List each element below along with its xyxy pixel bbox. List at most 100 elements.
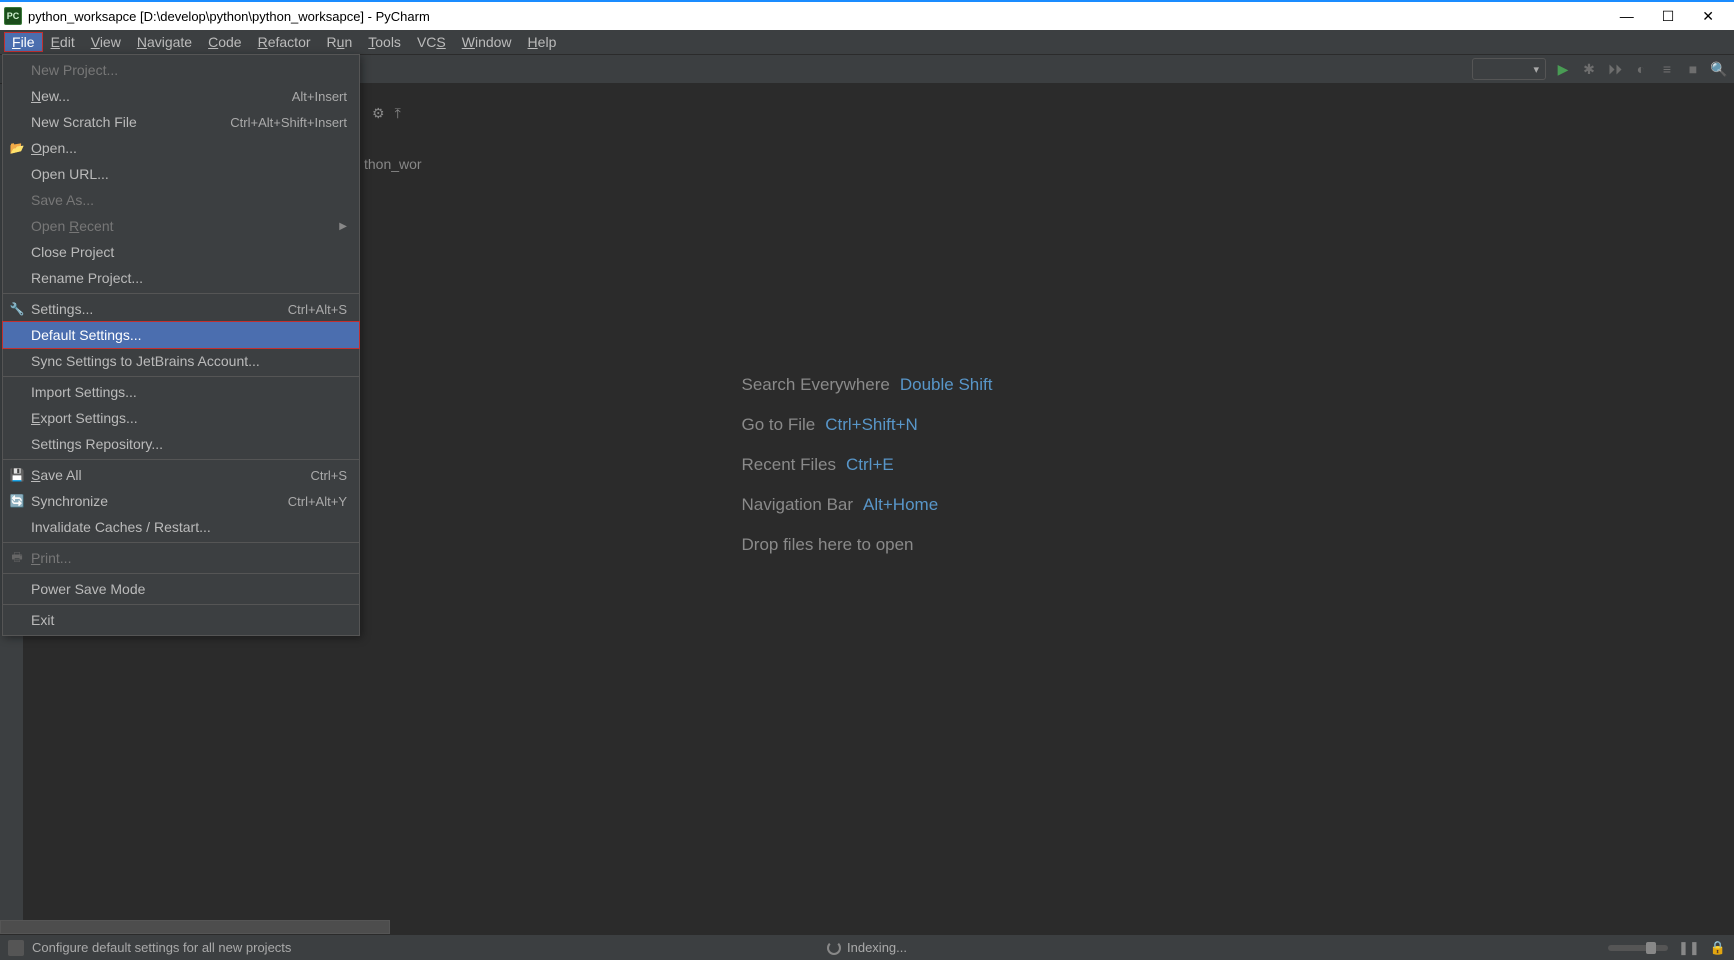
run-configuration-combo[interactable]: ▾ xyxy=(1472,58,1546,80)
menu-item-label: New... xyxy=(31,88,70,104)
menu-view[interactable]: View xyxy=(83,32,129,52)
status-message: Configure default settings for all new p… xyxy=(32,940,291,955)
editor-hint-row: Go to FileCtrl+Shift+N xyxy=(742,415,993,435)
menu-item-label: Import Settings... xyxy=(31,384,137,400)
editor-hint-row: Search EverywhereDouble Shift xyxy=(742,375,993,395)
window-title: python_worksapce [D:\develop\python\pyth… xyxy=(28,9,1620,24)
status-indicator-icon[interactable] xyxy=(8,940,24,956)
menu-tools[interactable]: Tools xyxy=(360,32,409,52)
menu-item-label: Settings... xyxy=(31,301,93,317)
debug-icon[interactable]: ✱ xyxy=(1580,60,1598,78)
project-name-fragment: thon_wor xyxy=(364,156,422,172)
file-menu-item-settings-repository[interactable]: Settings Repository... xyxy=(3,431,359,457)
menu-code[interactable]: Code xyxy=(200,32,249,52)
file-menu-item-sync-settings-to-jetbrains-account[interactable]: Sync Settings to JetBrains Account... xyxy=(3,348,359,374)
file-menu-item-print: 🖶 Print... xyxy=(3,545,359,571)
spinner-icon xyxy=(827,941,841,955)
file-menu-item-open[interactable]: 📂Open... xyxy=(3,135,359,161)
menu-item-shortcut: Ctrl+S xyxy=(311,468,347,483)
menu-item-label: Power Save Mode xyxy=(31,581,145,597)
hint-label: Drop files here to open xyxy=(742,535,914,554)
hint-label: Search Everywhere xyxy=(742,375,890,394)
menu-item-label: Open URL... xyxy=(31,166,109,182)
editor-placeholder: Search EverywhereDouble Shift Go to FileC… xyxy=(742,355,993,575)
list-icon[interactable]: ≡ xyxy=(1658,60,1676,78)
menu-window[interactable]: Window xyxy=(454,32,520,52)
progress-slider[interactable] xyxy=(1608,945,1668,951)
menu-item-label: Print... xyxy=(31,550,71,566)
file-menu-item-default-settings[interactable]: Default Settings... xyxy=(3,322,359,348)
project-tool-header: ⚙ ⤒ xyxy=(360,98,401,128)
file-menu-item-open-url[interactable]: Open URL... xyxy=(3,161,359,187)
file-menu-item-synchronize[interactable]: 🔄SynchronizeCtrl+Alt+Y xyxy=(3,488,359,514)
file-menu-item-save-all[interactable]: 💾 Save All Ctrl+S xyxy=(3,462,359,488)
menu-separator xyxy=(3,573,359,574)
menu-separator xyxy=(3,376,359,377)
file-menu-item-new-scratch-file[interactable]: New Scratch FileCtrl+Alt+Shift+Insert xyxy=(3,109,359,135)
menu-file[interactable]: File xyxy=(4,32,43,52)
menu-item-label: Sync Settings to JetBrains Account... xyxy=(31,353,260,369)
menu-item-shortcut: Ctrl+Alt+S xyxy=(288,302,347,317)
file-menu-item-import-settings[interactable]: Import Settings... xyxy=(3,379,359,405)
window-minimize-button[interactable]: — xyxy=(1620,8,1634,25)
menu-item-label: Save All xyxy=(31,467,82,483)
file-menu-item-new[interactable]: New... Alt+Insert xyxy=(3,83,359,109)
stop-icon[interactable]: ■ xyxy=(1684,60,1702,78)
search-icon[interactable]: 🔍 xyxy=(1710,60,1728,78)
save-icon: 💾 xyxy=(9,467,25,483)
menu-separator xyxy=(3,459,359,460)
menu-help[interactable]: Help xyxy=(520,32,565,52)
combo-arrow-icon: ▾ xyxy=(1533,63,1539,76)
menu-item-shortcut: Ctrl+Alt+Y xyxy=(288,494,347,509)
menubar: FileEditViewNavigateCodeRefactorRunTools… xyxy=(0,30,1734,54)
editor-hint-row: Recent FilesCtrl+E xyxy=(742,455,993,475)
file-menu-item-close-project[interactable]: Close Project xyxy=(3,239,359,265)
submenu-arrow-icon: ▶ xyxy=(339,221,347,232)
gear-icon[interactable]: ⚙ xyxy=(372,105,385,122)
menu-vcs[interactable]: VCS xyxy=(409,32,454,52)
hint-shortcut: Alt+Home xyxy=(863,495,938,514)
menu-item-label: Rename Project... xyxy=(31,270,143,286)
hint-label: Go to File xyxy=(742,415,816,434)
file-menu-item-open-recent: Open Recent ▶ xyxy=(3,213,359,239)
menu-run[interactable]: Run xyxy=(319,32,361,52)
file-menu-item-rename-project[interactable]: Rename Project... xyxy=(3,265,359,291)
menu-navigate[interactable]: Navigate xyxy=(129,32,200,52)
file-menu-item-export-settings[interactable]: Export Settings... xyxy=(3,405,359,431)
menu-item-label: Open... xyxy=(31,140,77,156)
window-maximize-button[interactable]: ☐ xyxy=(1662,8,1675,25)
horizontal-scrollbar[interactable] xyxy=(0,920,390,934)
file-menu-item-invalidate-caches-restart[interactable]: Invalidate Caches / Restart... xyxy=(3,514,359,540)
menu-edit[interactable]: Edit xyxy=(43,32,83,52)
window-close-button[interactable]: ✕ xyxy=(1702,8,1714,25)
menu-item-shortcut: Alt+Insert xyxy=(292,89,347,104)
app-icon: PC xyxy=(4,7,22,25)
collapse-icon[interactable]: ⤒ xyxy=(395,105,401,122)
menu-item-label: Save As... xyxy=(31,192,94,208)
menu-item-label: New Scratch File xyxy=(31,114,137,130)
menu-separator xyxy=(3,293,359,294)
menu-item-label: Open Recent xyxy=(31,218,114,234)
print-icon: 🖶 xyxy=(9,550,25,566)
pause-icon[interactable]: ❚❚ xyxy=(1678,940,1700,956)
indexing-label: Indexing... xyxy=(847,940,907,955)
wrench-icon: 🔧 xyxy=(9,301,25,317)
menu-separator xyxy=(3,604,359,605)
file-menu-item-new-project: New Project... xyxy=(3,57,359,83)
lock-icon[interactable]: 🔒 xyxy=(1710,940,1726,956)
menu-item-label: Synchronize xyxy=(31,493,108,509)
file-menu-item-exit[interactable]: Exit xyxy=(3,607,359,633)
file-menu-item-settings[interactable]: 🔧 Settings... Ctrl+Alt+S xyxy=(3,296,359,322)
menu-item-label: Close Project xyxy=(31,244,114,260)
editor-hint-row: Drop files here to open xyxy=(742,535,993,555)
profile-icon[interactable]: ◐ xyxy=(1632,60,1650,78)
menu-refactor[interactable]: Refactor xyxy=(250,32,319,52)
titlebar: PC python_worksapce [D:\develop\python\p… xyxy=(0,0,1734,30)
menu-item-label: Default Settings... xyxy=(31,327,142,343)
file-menu-dropdown: New Project... New... Alt+Insert New Scratc… xyxy=(2,54,360,636)
menu-item-label: New Project... xyxy=(31,62,118,78)
file-menu-item-power-save-mode[interactable]: Power Save Mode xyxy=(3,576,359,602)
run-icon[interactable]: ▶ xyxy=(1554,60,1572,78)
menu-separator xyxy=(3,542,359,543)
coverage-icon[interactable]: ⏵⏵ xyxy=(1606,60,1624,78)
